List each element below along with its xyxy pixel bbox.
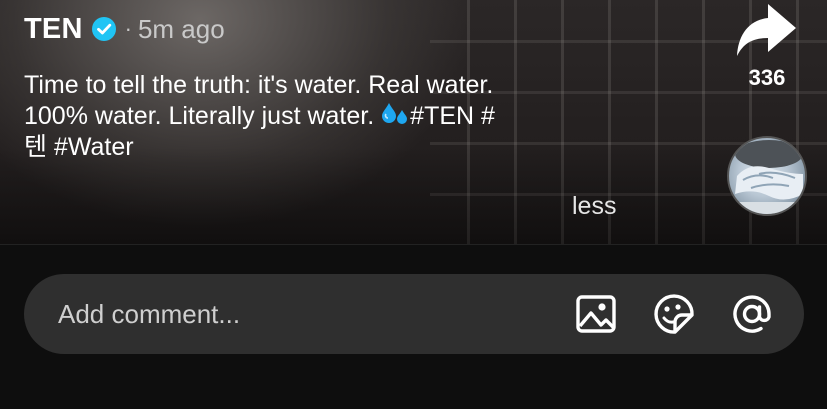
less-button[interactable]: less bbox=[572, 192, 616, 221]
separator-dot: · bbox=[124, 16, 132, 41]
water-drops-emoji bbox=[382, 103, 408, 124]
comment-input[interactable] bbox=[58, 274, 538, 354]
post-caption: Time to tell the truth: it's water. Real… bbox=[24, 70, 634, 163]
mention-at-icon[interactable] bbox=[731, 293, 773, 335]
hashtag-ten[interactable]: #TEN # bbox=[410, 102, 495, 130]
post-time: 5m ago bbox=[137, 13, 225, 44]
caption-line-3[interactable]: 텐 #Water bbox=[24, 132, 634, 163]
caption-line-1: Time to tell the truth: it's water. Real… bbox=[24, 71, 494, 99]
caption-line-2-text: 100% water. Literally just water. bbox=[24, 102, 375, 130]
username[interactable]: TEN bbox=[24, 13, 83, 46]
post-header: TEN · 5m ago bbox=[24, 12, 225, 46]
divider bbox=[0, 244, 827, 245]
share-count: 336 bbox=[748, 65, 786, 90]
share-arrow-icon[interactable] bbox=[734, 2, 798, 60]
sticker-icon[interactable] bbox=[653, 293, 695, 335]
music-avatar[interactable] bbox=[727, 136, 807, 216]
comment-bar bbox=[24, 274, 804, 354]
image-icon[interactable] bbox=[575, 293, 617, 335]
verified-badge-icon bbox=[91, 17, 116, 41]
caption-line-2: 100% water. Literally just water. #TEN # bbox=[24, 101, 634, 132]
